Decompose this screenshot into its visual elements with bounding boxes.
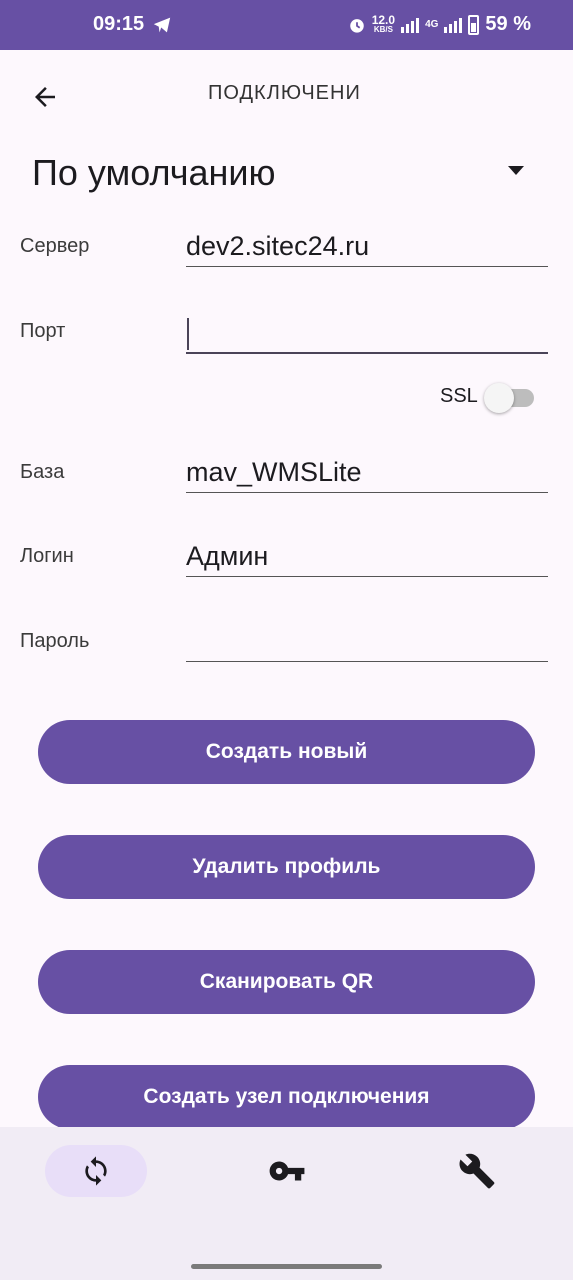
- nav-item-key[interactable]: [236, 1145, 338, 1197]
- status-time-group: 09:15: [93, 13, 172, 36]
- network-type: 4G: [425, 19, 439, 30]
- scan-qr-button[interactable]: Сканировать QR: [38, 950, 535, 1014]
- signal-icon-2: [444, 17, 463, 33]
- nav-item-sync[interactable]: [45, 1145, 147, 1197]
- server-row: Сервер: [0, 225, 573, 285]
- ssl-toggle[interactable]: [483, 380, 536, 413]
- status-bar: 09:15 12.0 KB/S 4G 59 %: [0, 0, 573, 50]
- home-indicator[interactable]: [191, 1264, 382, 1269]
- wrench-icon: [459, 1153, 495, 1189]
- profile-selected-value: По умолчанию: [32, 152, 276, 193]
- ssl-label: SSL: [440, 384, 478, 407]
- text-cursor: [187, 318, 189, 350]
- login-row: Логин: [0, 535, 573, 595]
- net-speed-unit: KB/S: [373, 25, 393, 34]
- battery-percent: 59 %: [485, 13, 531, 35]
- login-input[interactable]: [186, 537, 548, 577]
- password-label: Пароль: [20, 630, 90, 652]
- alarm-icon: [349, 18, 364, 33]
- password-row: Пароль: [0, 620, 573, 680]
- ssl-row: SSL: [440, 380, 536, 413]
- net-speed: 12.0 KB/S: [372, 14, 395, 34]
- status-time: 09:15: [93, 13, 145, 35]
- arrow-back-icon: [35, 87, 55, 107]
- delete-profile-button[interactable]: Удалить профиль: [38, 835, 535, 899]
- signal-icon: [401, 17, 420, 33]
- server-label: Сервер: [20, 235, 90, 257]
- back-button[interactable]: [28, 80, 62, 114]
- password-input[interactable]: [186, 622, 548, 662]
- database-label: База: [20, 461, 65, 483]
- ssl-toggle-thumb: [483, 383, 514, 413]
- port-label: Порт: [20, 320, 66, 342]
- database-row: База: [0, 451, 573, 511]
- port-row: Порт: [0, 308, 573, 368]
- battery-icon: [468, 14, 480, 35]
- status-icons: 12.0 KB/S 4G 59 %: [348, 13, 531, 36]
- create-connection-node-button[interactable]: Создать узел подключения: [38, 1065, 535, 1129]
- login-label: Логин: [20, 545, 74, 567]
- port-input[interactable]: [186, 310, 548, 354]
- page-title: ПОДКЛЮЧЕНИ: [208, 82, 361, 104]
- dropdown-arrow-icon: [508, 166, 524, 175]
- app-bar: ПОДКЛЮЧЕНИ: [0, 50, 573, 140]
- server-input[interactable]: [186, 227, 548, 267]
- key-icon: [269, 1161, 305, 1181]
- profile-dropdown[interactable]: По умолчанию: [32, 150, 542, 200]
- sync-icon: [85, 1156, 107, 1186]
- telegram-icon: [153, 17, 171, 32]
- bottom-navigation: [0, 1127, 573, 1280]
- create-new-button[interactable]: Создать новый: [38, 720, 535, 784]
- nav-item-settings[interactable]: [426, 1145, 528, 1197]
- database-input[interactable]: [186, 453, 548, 493]
